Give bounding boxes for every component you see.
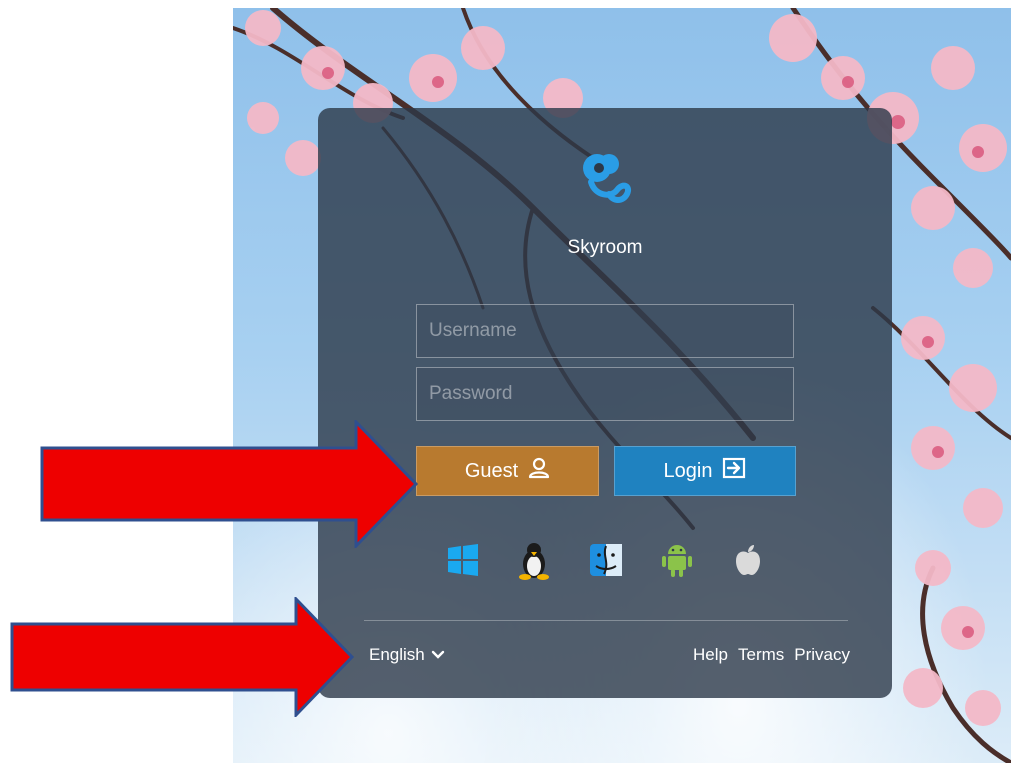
footer-divider xyxy=(364,620,848,621)
login-button-label: Login xyxy=(663,459,713,482)
sign-in-icon xyxy=(722,457,746,485)
chevron-down-icon xyxy=(431,645,445,665)
privacy-link[interactable]: Privacy xyxy=(794,645,850,665)
macos-finder-icon[interactable] xyxy=(586,540,626,580)
apple-icon[interactable] xyxy=(728,540,768,580)
footer-links: Help Terms Privacy xyxy=(693,645,850,665)
help-link[interactable]: Help xyxy=(693,645,728,665)
annotation-arrow-guest xyxy=(40,420,419,548)
android-icon[interactable] xyxy=(657,540,697,580)
language-label: English xyxy=(369,645,425,664)
login-button[interactable]: Login xyxy=(614,446,796,496)
password-input[interactable] xyxy=(416,367,794,421)
windows-icon[interactable] xyxy=(443,540,483,580)
linux-icon[interactable] xyxy=(514,540,554,580)
terms-link[interactable]: Terms xyxy=(738,645,784,665)
annotation-arrow-language xyxy=(10,597,355,717)
login-card: Skyroom Guest Login xyxy=(318,108,892,698)
guest-button[interactable]: Guest xyxy=(416,446,599,496)
language-selector[interactable]: English xyxy=(369,645,445,665)
app-name: Skyroom xyxy=(567,237,643,258)
platform-downloads xyxy=(443,538,768,582)
guest-button-label: Guest xyxy=(464,459,519,482)
username-input[interactable] xyxy=(416,304,794,358)
user-icon xyxy=(528,457,550,485)
skyroom-logo-icon xyxy=(573,146,637,208)
